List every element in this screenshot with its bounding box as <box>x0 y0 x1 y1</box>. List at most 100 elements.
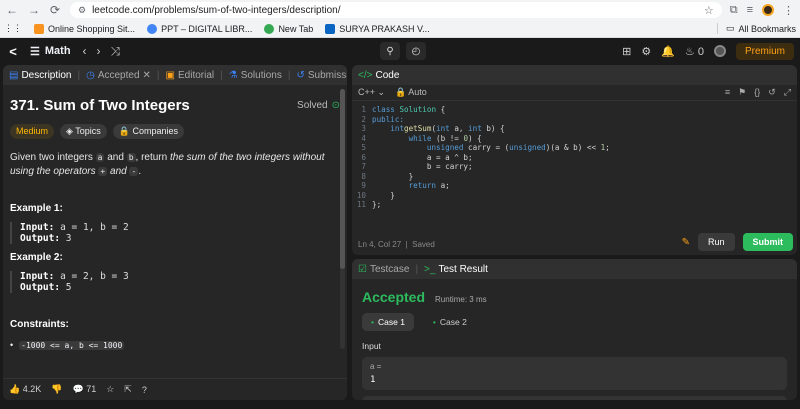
browser-toolbar: ← → ⟳ ⚙ leetcode.com/problems/sum-of-two… <box>0 0 800 20</box>
terminal-icon: >_ <box>424 263 436 275</box>
reload-icon[interactable]: ⟳ <box>50 3 60 17</box>
tab-test-result[interactable]: >_ Test Result <box>424 264 488 275</box>
star-outline-icon: ☆ <box>106 384 115 394</box>
tag-icon: ◈ <box>66 126 73 136</box>
fullscreen-icon[interactable]: ⤢ <box>784 87 791 98</box>
address-bar[interactable]: ⚙ leetcode.com/problems/sum-of-two-integ… <box>70 2 722 18</box>
settings-icon[interactable]: ⚙ <box>641 45 651 58</box>
url-text: leetcode.com/problems/sum-of-two-integer… <box>92 4 341 16</box>
back-icon[interactable]: ← <box>6 3 18 17</box>
checkbox-icon: ☑ <box>358 263 367 275</box>
comment-icon: 💬 <box>72 384 84 394</box>
help-button[interactable]: ? <box>142 385 147 395</box>
bookmark-item[interactable]: PPT – DIGITAL LIBR... <box>147 23 252 34</box>
reset-icon[interactable]: ↺ <box>768 87 776 98</box>
fire-icon: ♨ <box>684 45 695 58</box>
next-problem-icon[interactable]: › <box>97 44 101 59</box>
case-1-tab[interactable]: • Case 1 <box>362 313 414 331</box>
problem-list-button[interactable]: ☰ Math <box>30 45 71 58</box>
streak-counter[interactable]: ♨ 0 <box>685 45 704 58</box>
shuffle-icon[interactable]: ⤨ <box>111 44 121 59</box>
lock-icon: 🔒 <box>118 126 131 136</box>
description-panel: ▤ Description | ◷ Accepted ✕ | ▣ Editorial |… <box>3 65 347 400</box>
problem-statement: Given two integers a and b, return the s… <box>10 152 325 177</box>
leetcode-logo-icon[interactable]: < <box>6 44 20 59</box>
menu-icon[interactable]: ⋮ <box>783 4 794 17</box>
bookmark-favicon-icon <box>34 23 44 34</box>
code-toolbar: C++ ⌄ 🔒 Auto ≡ ⚑ {} ↺ ⤢ <box>352 85 797 101</box>
prev-problem-icon[interactable]: ‹ <box>83 44 87 59</box>
globe-icon <box>264 23 275 34</box>
code-header: </> Code <box>352 65 797 85</box>
notifications-icon[interactable]: 🔔 <box>661 45 675 58</box>
like-button[interactable]: 👍 4.2K <box>9 384 41 395</box>
example-2: Input: a = 2, b = 3 Output: 5 <box>10 271 340 293</box>
example-2-title: Example 2: <box>10 252 63 263</box>
example-1-title: Example 1: <box>10 203 63 214</box>
companies-tag[interactable]: 🔒 Companies <box>112 124 185 139</box>
thumbs-down-icon: 👎 <box>51 384 63 394</box>
run-button[interactable]: Run <box>697 233 735 251</box>
bookmark-item[interactable]: SURYA PRAKASH V... <box>325 23 430 34</box>
result-panel: ☑ Testcase | >_ Test Result Accepted Runti… <box>352 259 797 400</box>
apps-icon[interactable]: ⋮⋮ <box>4 23 22 34</box>
example-1: Input: a = 1, b = 2 Output: 3 <box>10 222 340 244</box>
code-panel: </> Code C++ ⌄ 🔒 Auto ≡ ⚑ {} ↺ ⤢ 1 class S… <box>352 65 797 255</box>
question-icon: ? <box>141 384 147 395</box>
description-footer: 👍 4.2K 👎 💬 71 ☆ ⇱ ? <box>3 378 347 400</box>
notes-icon[interactable]: ✎ <box>682 237 690 248</box>
book-icon: ▣ <box>165 69 175 81</box>
favorite-button[interactable]: ☆ <box>106 384 114 395</box>
auto-toggle[interactable]: 🔒 Auto <box>395 87 427 98</box>
problem-title: 371. Sum of Two Integers <box>10 97 190 114</box>
tab-testcase[interactable]: ☑ Testcase <box>358 264 409 275</box>
bookmark-item[interactable]: New Tab <box>264 23 313 34</box>
tab-description[interactable]: ▤ Description <box>9 70 71 81</box>
forward-icon[interactable]: → <box>28 3 40 17</box>
tab-accepted[interactable]: ◷ Accepted ✕ <box>86 70 151 81</box>
linkedin-icon <box>325 23 336 34</box>
bookmark-item[interactable]: Online Shopping Sit... <box>34 23 135 34</box>
debug-icon[interactable]: ⚲ <box>380 42 400 60</box>
submit-button[interactable]: Submit <box>742 233 793 251</box>
constraint-item: • -1000 <= a, b <= 1000 <box>10 340 125 350</box>
tab-solutions[interactable]: ⚗ Solutions <box>229 70 282 81</box>
clock-icon: ◷ <box>86 69 95 81</box>
layout-icon[interactable]: ⊞ <box>622 45 631 58</box>
extensions-icon[interactable]: ⧉ <box>730 4 738 17</box>
topics-tag[interactable]: ◈ Topics <box>60 124 107 139</box>
user-avatar[interactable] <box>713 45 726 57</box>
share-icon: ⇱ <box>124 384 132 394</box>
code-editor[interactable]: 1 class Solution { 2 public: 3 int getSum(… <box>352 101 797 210</box>
lock-icon: 🔒 <box>395 87 407 97</box>
dislike-button[interactable]: 👎 <box>51 384 62 395</box>
tab-editorial[interactable]: ▣ Editorial <box>166 70 215 81</box>
editor-status: Ln 4, Col 27 | Saved <box>358 240 435 249</box>
premium-button[interactable]: Premium <box>735 42 794 60</box>
thumbs-up-icon: 👍 <box>9 384 21 394</box>
bookmark-icon[interactable]: ⚑ <box>738 87 746 98</box>
site-info-icon[interactable]: ⚙ <box>78 5 86 16</box>
all-bookmarks[interactable]: ▭ All Bookmarks <box>716 23 796 34</box>
close-icon[interactable]: ✕ <box>143 70 151 81</box>
media-icon[interactable]: ≡ <box>747 4 753 16</box>
history-icon: ↺ <box>296 69 305 81</box>
code-icon: </> <box>358 69 373 81</box>
google-icon <box>147 23 158 34</box>
braces-icon[interactable]: {} <box>754 87 760 98</box>
language-select[interactable]: C++ ⌄ <box>358 87 385 98</box>
timer-icon[interactable]: ◴ <box>406 42 426 60</box>
constraints-title: Constraints: <box>10 319 69 330</box>
star-icon[interactable]: ☆ <box>704 4 714 17</box>
result-tabs: ☑ Testcase | >_ Test Result <box>352 259 797 279</box>
verdict-text: Accepted <box>362 289 426 305</box>
share-button[interactable]: ⇱ <box>124 384 132 395</box>
folder-icon: ▭ <box>725 23 735 33</box>
input-var-a: a = 1 <box>362 357 787 390</box>
comments-button[interactable]: 💬 71 <box>72 384 96 395</box>
profile-avatar[interactable] <box>762 4 774 16</box>
case-2-tab[interactable]: • Case 2 <box>424 313 476 331</box>
scrollbar-thumb[interactable] <box>340 89 345 269</box>
format-icon[interactable]: ≡ <box>725 87 730 98</box>
tab-submissions[interactable]: ↺Submissions <box>296 70 347 81</box>
